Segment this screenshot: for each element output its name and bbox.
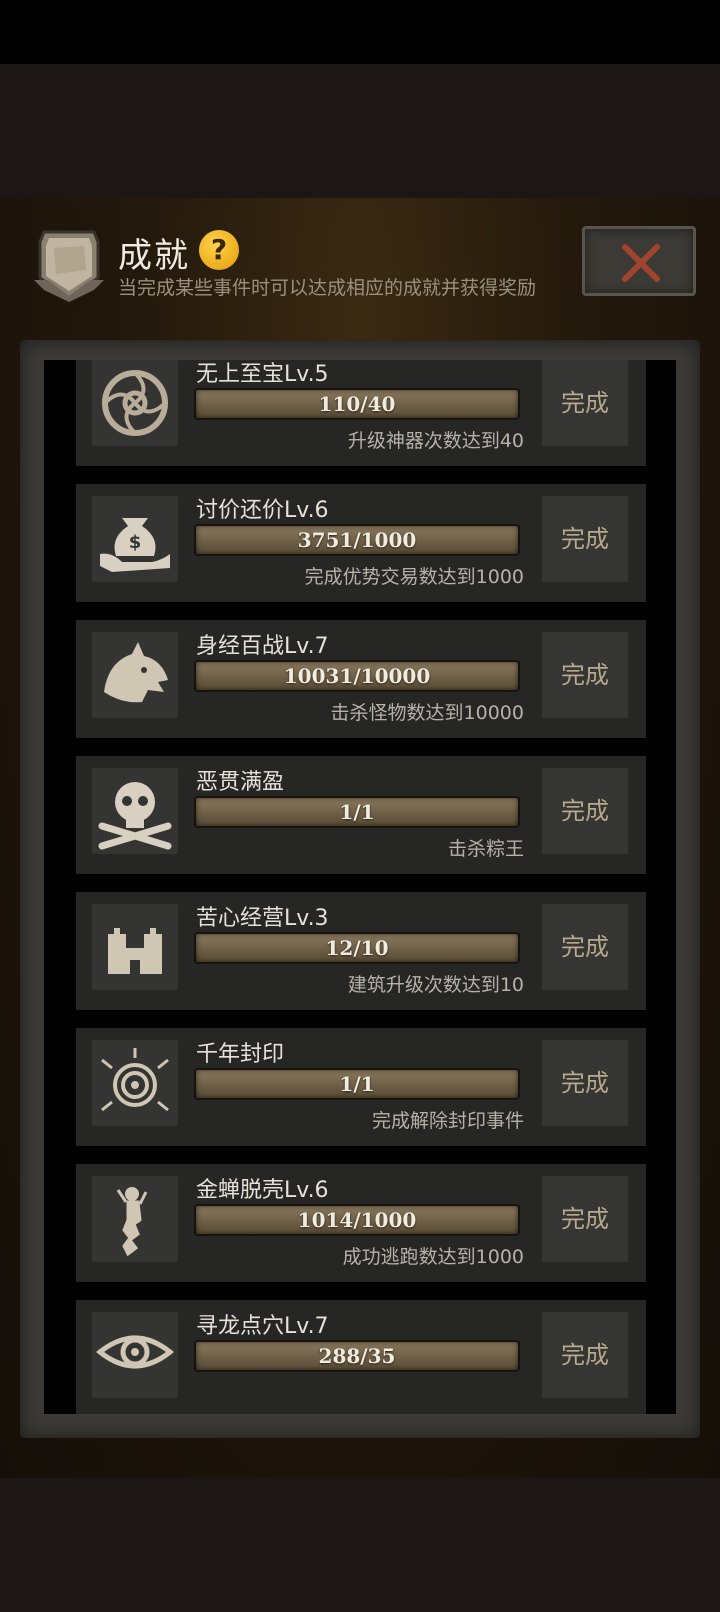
achievement-card: 苦心经营Lv.3 12/10 建筑升级次数达到10 完成 (76, 892, 646, 1010)
complete-button[interactable]: 完成 (542, 1040, 628, 1126)
complete-button[interactable]: 完成 (542, 496, 628, 582)
achievement-name: 恶贯满盈 (196, 770, 285, 795)
achievement-progress-bar: 110/40 (194, 388, 520, 420)
achievement-description: 建筑升级次数达到10 (347, 974, 524, 996)
escaping-figure-icon (92, 1176, 178, 1262)
money-bag-hand-icon: $ (92, 496, 178, 582)
achievement-description: 击杀粽王 (447, 838, 524, 860)
progress-text: 3751/1000 (297, 528, 417, 552)
achievement-progress-bar: 1/1 (194, 796, 520, 828)
progress-text: 12/10 (325, 936, 389, 960)
complete-button[interactable]: 完成 (542, 632, 628, 718)
progress-text: 288/35 (318, 1344, 396, 1368)
achievement-description: 完成解除封印事件 (371, 1110, 524, 1132)
achievement-progress-bar: 288/35 (194, 1340, 520, 1372)
page-subtitle: 当完成某些事件时可以达成相应的成就并获得奖励 (118, 277, 537, 299)
achievement-list[interactable]: 无上至宝Lv.5 110/40 升级神器次数达到40 完成 $ 讨价还价Lv.6… (44, 360, 676, 1414)
achievement-card: 恶贯满盈 1/1 击杀粽王 完成 (76, 756, 646, 874)
achievement-name: 千年封印 (196, 1042, 285, 1067)
achievement-progress-bar: 1/1 (194, 1068, 520, 1100)
dimmed-background-top (0, 64, 720, 198)
wolf-head-icon (92, 632, 178, 718)
achievement-card: 身经百战Lv.7 10031/10000 击杀怪物数达到10000 完成 (76, 620, 646, 738)
achievement-description: 击杀怪物数达到10000 (330, 702, 524, 724)
achievement-progress-bar: 3751/1000 (194, 524, 520, 556)
shield-emblem-icon (34, 226, 104, 302)
dimmed-background-bottom (0, 1478, 720, 1612)
achievement-list-frame: 无上至宝Lv.5 110/40 升级神器次数达到40 完成 $ 讨价还价Lv.6… (20, 340, 700, 1438)
achievement-name: 身经百战Lv.7 (196, 634, 329, 659)
complete-button[interactable]: 完成 (542, 1176, 628, 1262)
progress-text: 1/1 (339, 800, 375, 824)
complete-button[interactable]: 完成 (542, 360, 628, 446)
spiral-rune-icon (92, 360, 178, 446)
complete-button[interactable]: 完成 (542, 768, 628, 854)
svg-text:$: $ (129, 532, 142, 553)
achievements-panel: 成就 ? 当完成某些事件时可以达成相应的成就并获得奖励 无上至宝Lv.5 110… (0, 198, 720, 1478)
achievement-name: 苦心经营Lv.3 (196, 906, 329, 931)
achievement-card: 无上至宝Lv.5 110/40 升级神器次数达到40 完成 (76, 360, 646, 466)
progress-text: 110/40 (318, 392, 396, 416)
dragon-eye-icon (92, 1312, 178, 1398)
achievement-card: 千年封印 1/1 完成解除封印事件 完成 (76, 1028, 646, 1146)
achievement-description: 完成优势交易数达到1000 (304, 566, 524, 588)
achievement-name: 寻龙点穴Lv.7 (196, 1314, 329, 1339)
progress-text: 1/1 (339, 1072, 375, 1096)
close-button[interactable] (582, 226, 696, 296)
achievement-progress-bar: 12/10 (194, 932, 520, 964)
achievement-name: 金蝉脱壳Lv.6 (196, 1178, 329, 1203)
achievement-name: 无上至宝Lv.5 (196, 362, 329, 387)
progress-text: 1014/1000 (297, 1208, 417, 1232)
close-icon (622, 244, 660, 282)
complete-button[interactable]: 完成 (542, 904, 628, 990)
achievement-name: 讨价还价Lv.6 (196, 498, 329, 523)
page-title: 成就 (118, 236, 190, 276)
achievement-description: 升级神器次数达到40 (347, 430, 524, 452)
achievement-card: $ 讨价还价Lv.6 3751/1000 完成优势交易数达到1000 完成 (76, 484, 646, 602)
achievement-card: 金蝉脱壳Lv.6 1014/1000 成功逃跑数达到1000 完成 (76, 1164, 646, 1282)
seal-spiral-icon (92, 1040, 178, 1126)
progress-text: 10031/10000 (283, 664, 431, 688)
achievement-card: 寻龙点穴Lv.7 288/35 完成 (76, 1300, 646, 1414)
achievement-progress-bar: 10031/10000 (194, 660, 520, 692)
skull-crossbones-icon (92, 768, 178, 854)
help-icon[interactable]: ? (199, 230, 239, 270)
status-bar (0, 0, 720, 64)
achievement-progress-bar: 1014/1000 (194, 1204, 520, 1236)
castle-icon (92, 904, 178, 990)
complete-button[interactable]: 完成 (542, 1312, 628, 1398)
achievement-description: 成功逃跑数达到1000 (342, 1246, 524, 1268)
